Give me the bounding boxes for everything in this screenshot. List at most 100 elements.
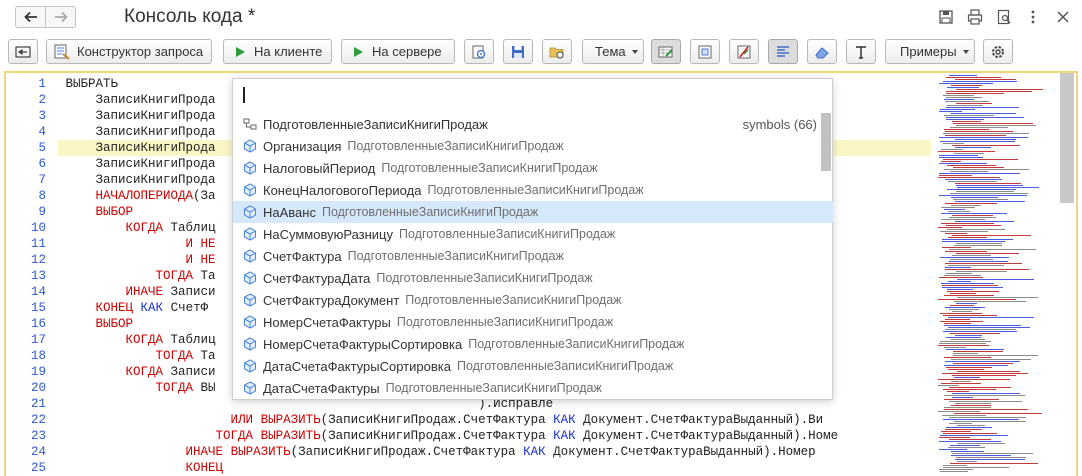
autocomplete-item[interactable]: НалоговыйПериод ПодготовленныеЗаписиКниги… — [233, 157, 833, 179]
minimap-line — [941, 283, 994, 284]
line-number: 20 — [30, 381, 46, 395]
minimap-line — [949, 401, 1022, 402]
minimap-line — [948, 281, 971, 282]
minimap-line — [945, 101, 989, 102]
minimap-line — [939, 277, 983, 278]
minimap-line — [943, 467, 1009, 468]
open-settings-button[interactable] — [542, 39, 572, 64]
run-client-button[interactable]: На клиенте — [223, 39, 332, 64]
query-builder-button[interactable]: Конструктор запроса — [46, 39, 212, 64]
vertical-scrollbar[interactable] — [1060, 73, 1074, 203]
minimap-line — [945, 429, 982, 430]
disable-highlight-button[interactable] — [729, 39, 759, 64]
minimap-line — [945, 251, 987, 252]
forward-button[interactable] — [45, 6, 76, 28]
minimap[interactable] — [934, 73, 1074, 476]
highlight-toggle-button[interactable] — [651, 39, 681, 64]
minimap-line — [953, 355, 1038, 356]
minimap-line — [939, 343, 986, 344]
close-icon[interactable] — [1052, 6, 1074, 28]
minimap-line — [951, 455, 1011, 456]
minimap-line — [955, 79, 1016, 80]
minimap-line — [941, 149, 963, 150]
minimap-line — [953, 351, 1003, 352]
autocomplete-item[interactable]: НаАванс ПодготовленныеЗаписиКнигиПродаж — [233, 201, 833, 223]
code-line[interactable]: ТОГДА ВЫРАЗИТЬ(ЗаписиКнигиПродаж.СчетФак… — [58, 428, 931, 444]
minimap-line — [951, 381, 971, 382]
autocomplete-popup: ПодготовленныеЗаписиКнигиПродаж symbols … — [232, 78, 833, 400]
panel-toggle-button[interactable] — [8, 39, 38, 64]
autocomplete-item[interactable]: НомерСчетаФактурыСортировка Подготовленны… — [233, 333, 833, 355]
line-number: 22 — [30, 413, 46, 427]
minimap-line — [943, 143, 964, 144]
autocomplete-item[interactable]: ДатаСчетаФактурыСортировка Подготовленные… — [233, 355, 833, 377]
settings-button[interactable] — [983, 39, 1013, 64]
line-number: 21 — [30, 397, 46, 411]
minimap-line — [945, 179, 1002, 180]
minimap-line — [956, 457, 1026, 458]
minimap-line — [950, 293, 976, 294]
minimap-line — [940, 435, 1008, 436]
pen-strike-icon — [737, 45, 751, 58]
minimap-line — [946, 273, 972, 274]
settings-doc-button[interactable] — [464, 39, 494, 64]
autocomplete-item-owner: ПодготовленныеЗаписиКнигиПродаж — [381, 161, 598, 175]
autocomplete-item[interactable]: НаСуммовуюРазницу ПодготовленныеЗаписиКни… — [233, 223, 833, 245]
autocomplete-item[interactable]: СчетФактураДата ПодготовленныеЗаписиКниги… — [233, 267, 833, 289]
minimap-line — [953, 363, 1013, 364]
line-number: 9 — [38, 205, 46, 219]
code-line[interactable]: ИНАЧЕ ВЫРАЗИТЬ(ЗаписиКнигиПродаж.СчетФак… — [58, 444, 931, 460]
examples-dropdown[interactable]: Примеры — [885, 39, 975, 64]
code-line[interactable]: ИЛИ ВЫРАЗИТЬ(ЗаписиКнигиПродаж.СчетФакту… — [58, 412, 931, 428]
autocomplete-item-owner: ПодготовленныеЗаписиКнигиПродаж — [456, 359, 674, 373]
field-cube-icon — [243, 381, 257, 395]
minimap-line — [951, 359, 1031, 360]
print-icon[interactable] — [964, 6, 986, 28]
autocomplete-cursor[interactable] — [243, 87, 245, 103]
align-left-button[interactable] — [768, 39, 798, 64]
minimap-line — [956, 243, 1002, 244]
minimap-line — [956, 303, 977, 304]
minimap-line — [944, 357, 991, 358]
line-number: 12 — [30, 253, 46, 267]
minimap-line — [944, 115, 994, 116]
more-vertical-icon[interactable] — [1022, 6, 1044, 28]
autocomplete-item-table[interactable]: ПодготовленныеЗаписиКнигиПродаж symbols … — [233, 113, 833, 135]
autocomplete-item[interactable]: СчетФактура ПодготовленныеЗаписиКнигиПрод… — [233, 245, 833, 267]
eraser-button[interactable] — [807, 39, 837, 64]
minimap-line — [950, 305, 974, 306]
save-icon[interactable] — [935, 6, 957, 28]
minimap-line — [948, 181, 997, 182]
autocomplete-item[interactable]: Организация ПодготовленныеЗаписиКнигиПрод… — [233, 135, 833, 157]
theme-dropdown[interactable]: Тема — [582, 39, 644, 64]
save-button[interactable] — [503, 39, 533, 64]
minimap-line — [950, 127, 1008, 128]
run-server-button[interactable]: На сервере — [341, 39, 455, 64]
autocomplete-item[interactable]: СчетФактураДокумент ПодготовленныеЗаписиК… — [233, 289, 833, 311]
autocomplete-item[interactable]: НомерСчетаФактуры ПодготовленныеЗаписиКни… — [233, 311, 833, 333]
autocomplete-item-name: НалоговыйПериод — [263, 160, 376, 176]
minimap-line — [955, 221, 1014, 222]
back-button[interactable] — [15, 6, 46, 28]
minimap-line — [938, 385, 959, 386]
minimap-line — [939, 157, 983, 158]
autocomplete-item[interactable]: ДатаСчетаФактуры ПодготовленныеЗаписиКниг… — [233, 377, 833, 399]
autocomplete-item[interactable]: КонецНалоговогоПериода ПодготовленныеЗапи… — [233, 179, 833, 201]
minimap-line — [947, 291, 999, 292]
frame-toggle-button[interactable] — [690, 39, 720, 64]
code-line[interactable]: КОНЕЦ — [58, 460, 931, 476]
minimap-line — [948, 237, 987, 238]
minimap-line — [938, 227, 962, 228]
eraser-icon — [815, 46, 829, 58]
minimap-line — [945, 267, 971, 268]
minimap-line — [944, 399, 999, 400]
preview-icon[interactable] — [993, 6, 1015, 28]
autocomplete-item-name: СчетФактураДата — [263, 270, 371, 286]
minimap-line — [940, 471, 968, 472]
minimap-line — [952, 397, 973, 398]
minimap-line — [949, 75, 977, 76]
minimap-line — [942, 285, 998, 286]
text-mode-button[interactable] — [846, 39, 876, 64]
autocomplete-item-name: СчетФактура — [263, 248, 342, 264]
minimap-line — [941, 207, 975, 208]
